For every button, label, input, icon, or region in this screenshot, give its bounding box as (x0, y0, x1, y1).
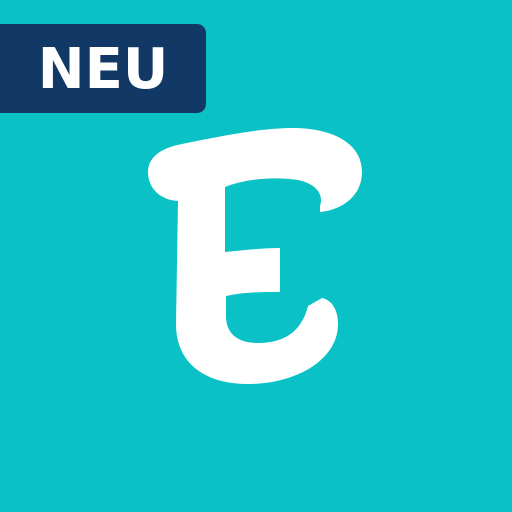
app-icon[interactable]: NEU (0, 0, 512, 512)
e-logo-icon (148, 128, 362, 384)
logo-icon (0, 0, 512, 512)
